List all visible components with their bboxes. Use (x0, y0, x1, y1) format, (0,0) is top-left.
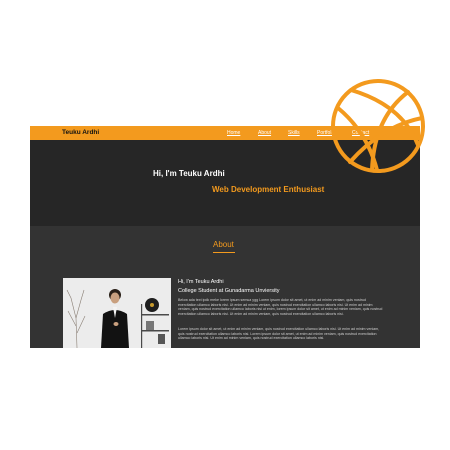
hero-title: Hi, I'm Teuku Ardhi (153, 169, 225, 178)
about-paragraph-2: Lorem ipsum dolor sit amet, ut enim ad m… (178, 327, 380, 341)
about-paragraph-1: Below ada text ipdk meke lorem ipsum sem… (178, 298, 383, 316)
nav-link-about[interactable]: About (258, 126, 271, 140)
about-underline (213, 252, 235, 253)
hero-subtitle: Web Development Enthusiast (212, 185, 325, 194)
nav-link-skills[interactable]: Skills (288, 126, 300, 140)
nav-link-home[interactable]: Home (227, 126, 240, 140)
about-greeting: Hi, I'm Teuku Ardhi (178, 279, 224, 285)
about-section: About Hi, I'm Teuku Ardhi College Studen… (30, 226, 420, 348)
brand-name[interactable]: Teuku Ardhi (62, 126, 99, 140)
profile-photo (63, 278, 171, 348)
globe-icon (322, 70, 434, 182)
about-role: College Student at Gunadarma Unviersity (178, 288, 280, 294)
about-heading: About (213, 240, 234, 249)
